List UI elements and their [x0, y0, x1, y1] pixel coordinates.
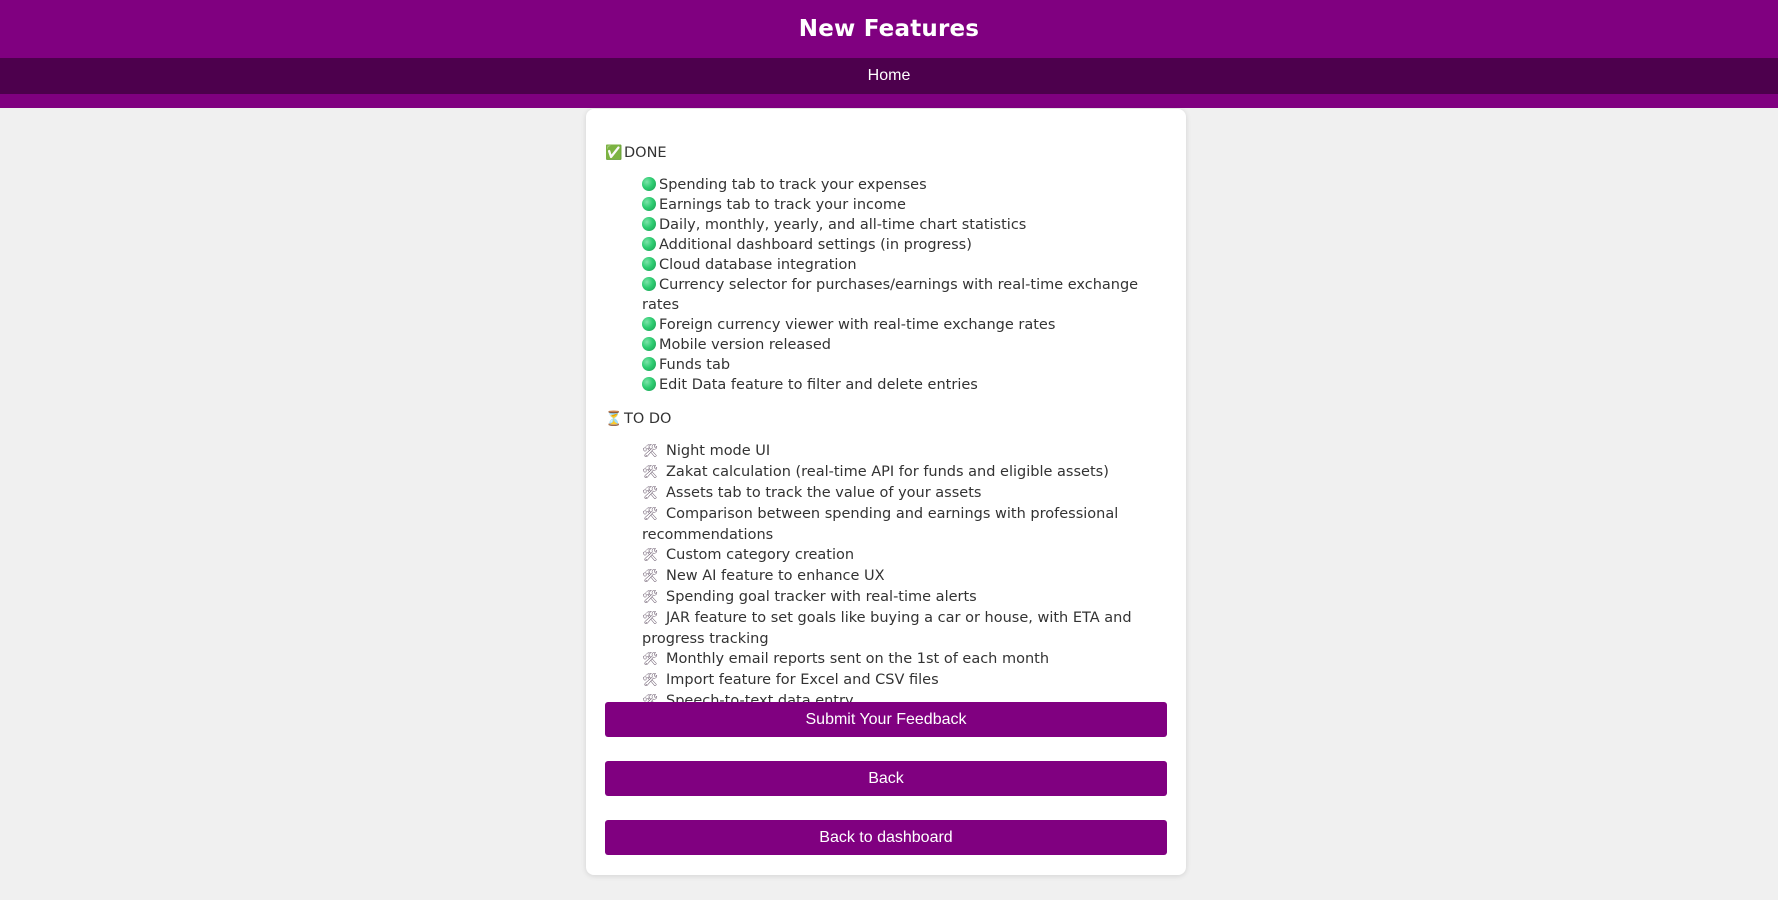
list-item: Funds tab	[642, 355, 1167, 375]
green-circle-icon	[642, 197, 656, 211]
tools-icon: 🛠	[642, 465, 659, 480]
tools-icon: 🛠	[642, 548, 659, 563]
check-box-icon: ✅	[605, 145, 623, 161]
done-list: Spending tab to track your expenses Earn…	[605, 175, 1167, 395]
list-item: 🛠 Custom category creation	[642, 545, 1167, 566]
todo-section-label: TO DO	[624, 411, 672, 427]
list-item-text: Daily, monthly, yearly, and all-time cha…	[659, 217, 1027, 233]
list-item-text: JAR feature to set goals like buying a c…	[642, 610, 1132, 647]
list-item: Edit Data feature to filter and delete e…	[642, 375, 1167, 395]
todo-list: 🛠 Night mode UI 🛠 Zakat calculation (real-…	[605, 441, 1167, 712]
nav-home-link[interactable]: Home	[868, 67, 911, 85]
green-circle-icon	[642, 177, 656, 191]
list-item-text: Earnings tab to track your income	[659, 197, 906, 213]
list-item-text: Spending tab to track your expenses	[659, 177, 927, 193]
list-item: Additional dashboard settings (in progre…	[642, 235, 1167, 255]
green-circle-icon	[642, 377, 656, 391]
list-item-text: Cloud database integration	[659, 257, 857, 273]
header-accent-strip	[0, 94, 1778, 108]
list-item-text: Comparison between spending and earnings…	[642, 506, 1119, 543]
green-circle-icon	[642, 277, 656, 291]
list-item: Spending tab to track your expenses	[642, 175, 1167, 195]
list-item-text: Currency selector for purchases/earnings…	[642, 277, 1139, 313]
list-item: 🛠 Spending goal tracker with real-time al…	[642, 587, 1167, 608]
done-section-label: DONE	[624, 145, 667, 161]
list-item-text: Import feature for Excel and CSV files	[666, 672, 939, 688]
list-item-text: Custom category creation	[666, 547, 855, 563]
tools-icon: 🛠	[642, 652, 659, 667]
list-item: Cloud database integration	[642, 255, 1167, 275]
features-card: ✅ DONE Spending tab to track your expens…	[586, 109, 1186, 875]
list-item: Earnings tab to track your income	[642, 195, 1167, 215]
tools-icon: 🛠	[642, 569, 659, 584]
list-item-text: Zakat calculation (real-time API for fun…	[666, 464, 1109, 480]
list-item: 🛠 New AI feature to enhance UX	[642, 566, 1167, 587]
tools-icon: 🛠	[642, 507, 659, 522]
list-item: 🛠 Assets tab to track the value of your a…	[642, 483, 1167, 504]
green-circle-icon	[642, 237, 656, 251]
tools-icon: 🛠	[642, 444, 659, 459]
list-item: 🛠 Monthly email reports sent on the 1st o…	[642, 649, 1167, 670]
list-item: Currency selector for purchases/earnings…	[642, 275, 1167, 315]
tools-icon: 🛠	[642, 590, 659, 605]
list-item: 🛠 JAR feature to set goals like buying a …	[642, 608, 1167, 649]
list-item: 🛠 Comparison between spending and earning…	[642, 504, 1167, 545]
list-item-text: Funds tab	[659, 357, 731, 373]
list-item-text: Night mode UI	[666, 443, 771, 459]
tools-icon: 🛠	[642, 486, 659, 501]
done-section-title: ✅ DONE	[605, 143, 1167, 163]
list-item-text: Assets tab to track the value of your as…	[666, 485, 982, 501]
back-button[interactable]: Back	[605, 761, 1167, 796]
green-circle-icon	[642, 357, 656, 371]
hourglass-icon: ⏳	[605, 411, 623, 427]
green-circle-icon	[642, 317, 656, 331]
list-item-text: Spending goal tracker with real-time ale…	[666, 589, 977, 605]
list-item-text: Monthly email reports sent on the 1st of…	[666, 651, 1050, 667]
list-item-text: Foreign currency viewer with real-time e…	[659, 317, 1056, 333]
list-item-text: Edit Data feature to filter and delete e…	[659, 377, 978, 393]
page-title: New Features	[798, 16, 980, 42]
list-item-text: New AI feature to enhance UX	[666, 568, 885, 584]
submit-feedback-button[interactable]: Submit Your Feedback	[605, 702, 1167, 737]
list-item-text: Mobile version released	[659, 337, 831, 353]
green-circle-icon	[642, 337, 656, 351]
list-item: 🛠 Zakat calculation (real-time API for fu…	[642, 462, 1167, 483]
navbar: Home	[0, 58, 1778, 94]
list-item: Foreign currency viewer with real-time e…	[642, 315, 1167, 335]
back-to-dashboard-button[interactable]: Back to dashboard	[605, 820, 1167, 855]
todo-section-title: ⏳ TO DO	[605, 409, 1167, 429]
page-header: New Features	[0, 0, 1778, 58]
tools-icon: 🛠	[642, 673, 659, 688]
tools-icon: 🛠	[642, 611, 659, 626]
list-item-text: Additional dashboard settings (in progre…	[659, 237, 972, 253]
list-item: 🛠 Night mode UI	[642, 441, 1167, 462]
list-item: Daily, monthly, yearly, and all-time cha…	[642, 215, 1167, 235]
green-circle-icon	[642, 257, 656, 271]
list-item: Mobile version released	[642, 335, 1167, 355]
green-circle-icon	[642, 217, 656, 231]
list-item: 🛠 Import feature for Excel and CSV files	[642, 670, 1167, 691]
